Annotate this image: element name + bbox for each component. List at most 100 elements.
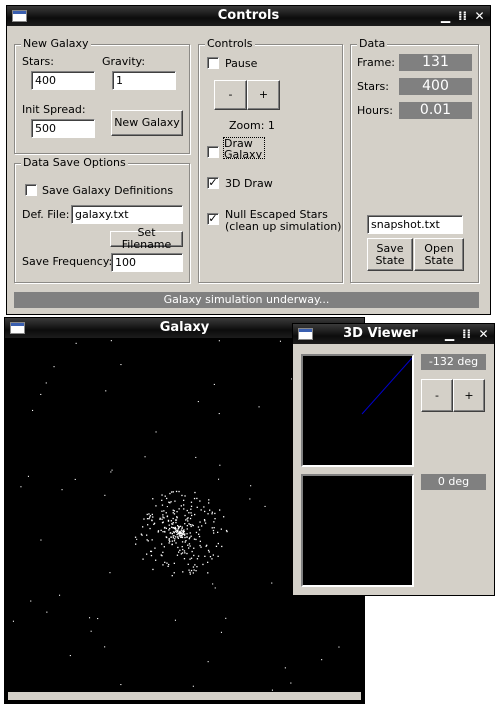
star — [105, 390, 107, 392]
maximize-icon[interactable]: ⁞⁞ — [456, 9, 469, 23]
star — [164, 526, 166, 529]
star — [104, 494, 106, 496]
save-defs-checkbox[interactable] — [25, 184, 37, 196]
star — [161, 504, 164, 506]
star — [110, 340, 112, 342]
gravity-input[interactable] — [112, 71, 176, 90]
star — [111, 469, 113, 471]
star — [169, 492, 171, 495]
viewer-top-pane[interactable] — [301, 354, 414, 467]
pause-checkbox[interactable] — [207, 57, 219, 69]
star — [190, 557, 193, 559]
star — [32, 409, 34, 411]
star — [161, 499, 163, 501]
star — [179, 532, 181, 535]
star — [189, 571, 191, 573]
data-save-legend: Data Save Options — [21, 156, 128, 169]
star — [284, 667, 286, 669]
controls-titlebar[interactable]: Controls ▁ ⁞⁞ ✕ — [7, 6, 490, 26]
close-icon[interactable]: ✕ — [477, 327, 490, 341]
star — [136, 538, 138, 540]
rotate-minus-button[interactable]: - — [421, 379, 453, 412]
star — [182, 571, 184, 573]
viewer-titlebar[interactable]: 3D Viewer ▁ ⁞⁞ ✕ — [293, 324, 494, 344]
set-filename-button[interactable]: Set Filename — [110, 227, 183, 251]
star — [177, 537, 179, 539]
star — [165, 512, 167, 514]
star — [186, 528, 188, 530]
star — [199, 500, 201, 502]
star — [163, 510, 165, 512]
null-escaped-checkbox[interactable]: ✓ — [207, 213, 219, 225]
save-state-line1: Save — [376, 241, 404, 255]
star — [190, 508, 192, 510]
star — [225, 529, 228, 532]
init-spread-input[interactable] — [31, 119, 95, 138]
star — [187, 544, 189, 546]
new-galaxy-button[interactable]: New Galaxy — [111, 110, 183, 136]
controls-legend: Controls — [205, 37, 255, 50]
save-defs-label: Save Galaxy Definitions — [42, 184, 174, 197]
star — [172, 537, 174, 539]
star — [271, 689, 273, 691]
star — [189, 524, 191, 526]
star — [168, 524, 170, 526]
star — [212, 583, 214, 585]
star — [196, 566, 198, 568]
star — [154, 547, 156, 549]
star — [168, 501, 170, 503]
maximize-icon[interactable]: ⁞⁞ — [460, 327, 473, 341]
star — [211, 527, 213, 529]
star — [181, 552, 184, 554]
snapshot-input[interactable] — [367, 215, 463, 234]
star — [174, 500, 176, 502]
zoom-label: Zoom: 1 — [229, 119, 275, 132]
star — [183, 550, 186, 552]
star — [208, 502, 210, 504]
null-escaped-sublabel: (clean up simulation) — [225, 220, 342, 233]
star — [196, 558, 199, 560]
star — [168, 538, 170, 540]
stars-input[interactable] — [31, 71, 95, 90]
star — [183, 558, 186, 560]
star — [171, 543, 173, 546]
star — [184, 533, 186, 535]
minimize-icon[interactable]: ▁ — [439, 9, 452, 23]
minimize-icon[interactable]: ▁ — [443, 327, 456, 341]
rotate-plus-button[interactable]: + — [453, 379, 485, 412]
controls-window: Controls ▁ ⁞⁞ ✕ New Galaxy Stars: Gravit… — [6, 5, 491, 315]
def-file-input[interactable] — [71, 205, 183, 224]
star — [120, 684, 122, 686]
star — [172, 523, 174, 525]
star — [180, 529, 182, 531]
open-state-button[interactable]: Open State — [414, 238, 464, 271]
star — [46, 611, 48, 613]
star — [160, 529, 162, 531]
star — [250, 485, 252, 487]
star — [212, 529, 215, 532]
star — [176, 530, 178, 533]
star — [153, 522, 156, 524]
zoom-plus-button[interactable]: + — [247, 80, 280, 110]
star — [173, 562, 175, 564]
hours-label: Hours: — [357, 104, 393, 117]
zoom-minus-button[interactable]: - — [214, 80, 247, 110]
save-frequency-input[interactable] — [111, 253, 183, 272]
star — [189, 517, 192, 520]
star — [194, 491, 196, 494]
star — [171, 575, 173, 577]
star — [220, 528, 222, 530]
star — [162, 514, 164, 516]
star — [177, 533, 179, 535]
star — [162, 531, 164, 533]
star — [89, 617, 91, 619]
star — [199, 521, 201, 523]
viewer-bottom-pane[interactable] — [301, 474, 414, 587]
save-state-button[interactable]: Save State — [367, 238, 413, 271]
star — [163, 546, 165, 548]
close-icon[interactable]: ✕ — [473, 9, 486, 23]
draw3d-checkbox[interactable]: ✓ — [207, 177, 219, 189]
star — [184, 523, 186, 525]
star — [181, 526, 183, 528]
draw-galaxy-checkbox[interactable] — [207, 146, 219, 158]
